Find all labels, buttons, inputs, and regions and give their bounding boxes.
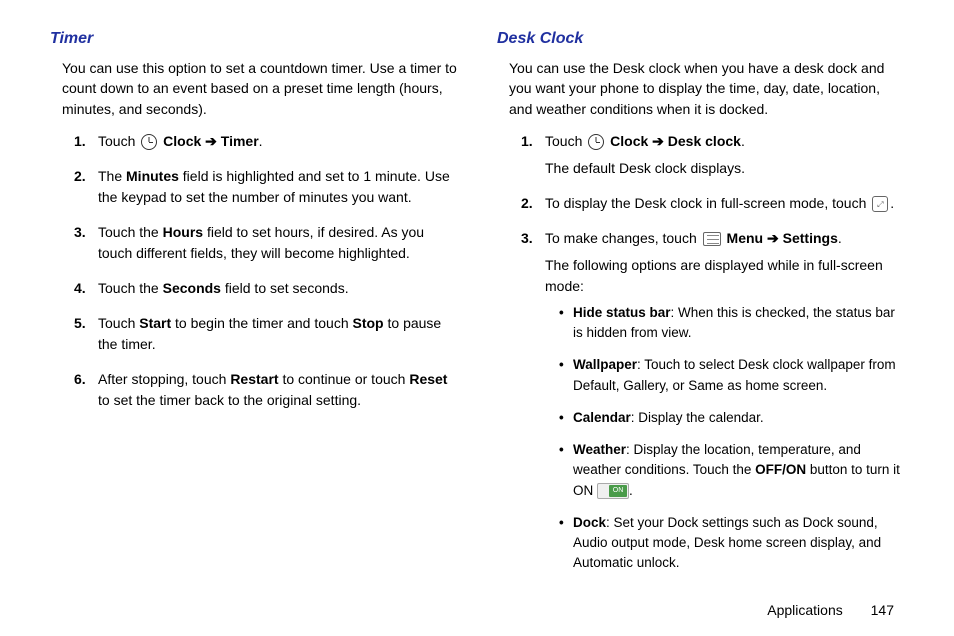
settings-options: •Hide status bar: When this is checked, … xyxy=(545,303,904,574)
arrow-icon: ➔ xyxy=(763,230,783,246)
step-number: 1. xyxy=(74,131,98,152)
text: After stopping, touch xyxy=(98,371,230,387)
offon-label: OFF/ON xyxy=(755,462,806,477)
desk-clock-label: Desk clock xyxy=(668,133,741,149)
option-title: Weather xyxy=(573,442,626,457)
section-name: Applications xyxy=(767,602,843,618)
step-number: 4. xyxy=(74,278,98,299)
option-title: Dock xyxy=(573,515,606,530)
text: . xyxy=(629,483,633,498)
sub-text: The following options are displayed whil… xyxy=(545,255,904,297)
timer-section: Timer You can use this option to set a c… xyxy=(50,30,457,600)
minutes-label: Minutes xyxy=(126,168,179,184)
desk-clock-steps: 1. Touch Clock ➔ Desk clock. The default… xyxy=(497,131,904,586)
text: Touch the xyxy=(98,224,163,240)
settings-label: Settings xyxy=(783,230,838,246)
option-calendar: •Calendar: Display the calendar. xyxy=(559,408,904,428)
desk-step-1: 1. Touch Clock ➔ Desk clock. The default… xyxy=(521,131,904,179)
bullet-icon: • xyxy=(559,355,573,396)
page-footer: Applications 147 xyxy=(767,602,894,618)
bullet-icon: • xyxy=(559,303,573,344)
option-title: Hide status bar xyxy=(573,305,671,320)
step-number: 6. xyxy=(74,369,98,411)
restart-label: Restart xyxy=(230,371,278,387)
timer-step-3: 3. Touch the Hours field to set hours, i… xyxy=(74,222,457,264)
option-weather: •Weather: Display the location, temperat… xyxy=(559,440,904,501)
option-title: Wallpaper xyxy=(573,357,637,372)
step-number: 3. xyxy=(74,222,98,264)
arrow-icon: ➔ xyxy=(201,133,221,149)
hours-label: Hours xyxy=(163,224,203,240)
timer-step-2: 2. The Minutes field is highlighted and … xyxy=(74,166,457,208)
bullet-icon: • xyxy=(559,408,573,428)
clock-icon xyxy=(141,134,157,150)
timer-step-5: 5. Touch Start to begin the timer and to… xyxy=(74,313,457,355)
text: To display the Desk clock in full-screen… xyxy=(545,195,870,211)
option-title: Calendar xyxy=(573,410,631,425)
step-number: 1. xyxy=(521,131,545,179)
text: . xyxy=(890,195,894,211)
timer-step-6: 6. After stopping, touch Restart to cont… xyxy=(74,369,457,411)
timer-heading: Timer xyxy=(50,30,457,48)
timer-label: Timer xyxy=(221,133,259,149)
stop-label: Stop xyxy=(353,315,384,331)
text: to set the timer back to the original se… xyxy=(98,392,361,408)
seconds-label: Seconds xyxy=(163,280,221,296)
step-number: 2. xyxy=(521,193,545,214)
clock-label: Clock xyxy=(610,133,648,149)
desk-clock-heading: Desk Clock xyxy=(497,30,904,48)
page-number: 147 xyxy=(871,602,894,618)
on-toggle-icon xyxy=(597,483,629,499)
option-wallpaper: •Wallpaper: Touch to select Desk clock w… xyxy=(559,355,904,396)
desk-clock-section: Desk Clock You can use the Desk clock wh… xyxy=(497,30,904,600)
step-number: 5. xyxy=(74,313,98,355)
desk-step-3: 3. To make changes, touch Menu ➔ Setting… xyxy=(521,228,904,586)
desk-step-2: 2. To display the Desk clock in full-scr… xyxy=(521,193,904,214)
option-desc: : Display the calendar. xyxy=(631,410,764,425)
step-number: 3. xyxy=(521,228,545,586)
text: Touch xyxy=(98,133,139,149)
text: Touch the xyxy=(98,280,163,296)
step-number: 2. xyxy=(74,166,98,208)
text: To make changes, touch xyxy=(545,230,701,246)
text: to continue or touch xyxy=(279,371,410,387)
timer-intro: You can use this option to set a countdo… xyxy=(50,58,457,119)
bullet-icon: • xyxy=(559,513,573,574)
bullet-icon: • xyxy=(559,440,573,501)
option-dock: •Dock: Set your Dock settings such as Do… xyxy=(559,513,904,574)
text: . xyxy=(838,230,842,246)
clock-label: Clock xyxy=(163,133,201,149)
fullscreen-icon: ⤢ xyxy=(872,196,888,212)
text: . xyxy=(741,133,745,149)
timer-steps: 1. Touch Clock ➔ Timer. 2. The Minutes f… xyxy=(50,131,457,411)
text: to begin the timer and touch xyxy=(171,315,352,331)
desk-clock-intro: You can use the Desk clock when you have… xyxy=(497,58,904,119)
sub-text: The default Desk clock displays. xyxy=(545,158,904,179)
clock-icon xyxy=(588,134,604,150)
option-hide-status-bar: •Hide status bar: When this is checked, … xyxy=(559,303,904,344)
text: Touch xyxy=(545,133,586,149)
text: The xyxy=(98,168,126,184)
arrow-icon: ➔ xyxy=(648,133,668,149)
text: . xyxy=(259,133,263,149)
start-label: Start xyxy=(139,315,171,331)
reset-label: Reset xyxy=(409,371,447,387)
option-desc: : Set your Dock settings such as Dock so… xyxy=(573,515,881,571)
timer-step-1: 1. Touch Clock ➔ Timer. xyxy=(74,131,457,152)
text: field to set seconds. xyxy=(221,280,349,296)
timer-step-4: 4. Touch the Seconds field to set second… xyxy=(74,278,457,299)
menu-label: Menu xyxy=(727,230,764,246)
text: Touch xyxy=(98,315,139,331)
menu-icon xyxy=(703,232,721,246)
